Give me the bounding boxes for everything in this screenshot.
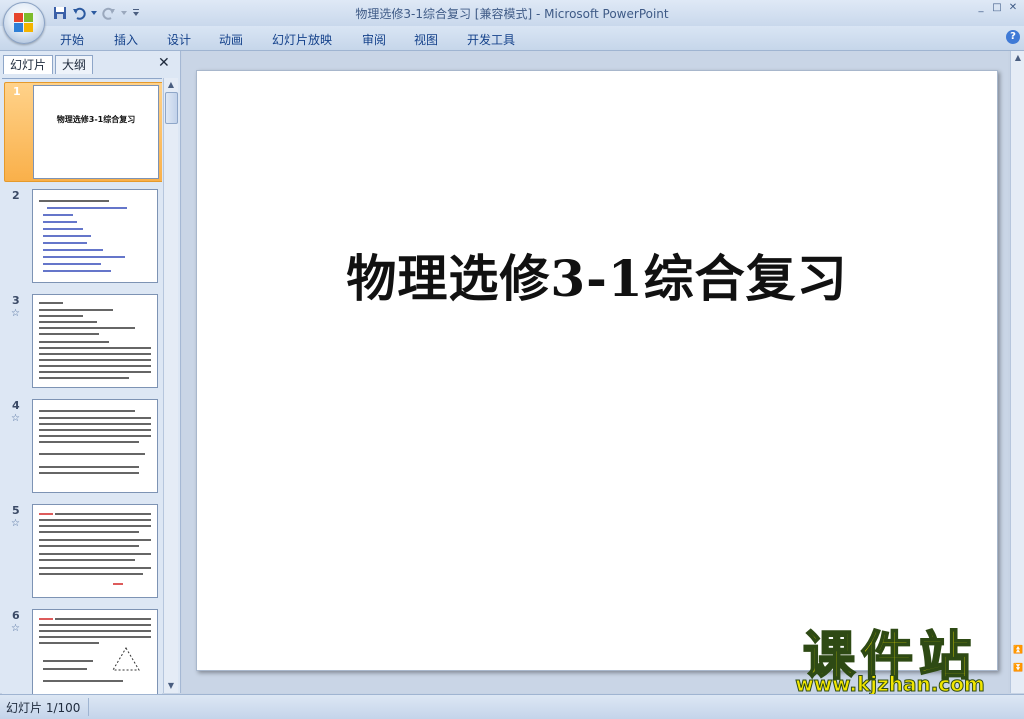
- scroll-thumb[interactable]: [165, 92, 178, 124]
- editor-scrollbar[interactable]: ▲ ⏫ ⏬: [1010, 51, 1024, 693]
- thumbnail-list: 1 物理选修3-1综合复习 2 3 ☆ 4 ☆ 5 ☆ 6 ☆: [2, 78, 162, 694]
- previous-slide-icon[interactable]: ⏫: [1011, 645, 1024, 654]
- close-panel-icon[interactable]: ✕: [158, 55, 172, 71]
- slide-number: 6: [12, 609, 20, 622]
- slide-preview: [32, 294, 158, 388]
- slide-preview: [32, 399, 158, 493]
- slide-thumbnail-1[interactable]: 1 物理选修3-1综合复习: [4, 82, 162, 182]
- tab-animation[interactable]: 动画: [219, 31, 243, 48]
- slide-canvas[interactable]: 物理选修3-1综合复习: [196, 70, 998, 671]
- slide-thumbnail-3[interactable]: 3 ☆: [4, 292, 162, 390]
- tab-insert[interactable]: 插入: [114, 31, 138, 48]
- slide-editor: 物理选修3-1综合复习: [182, 51, 1008, 693]
- slide-preview: [32, 189, 158, 283]
- slide-preview: 物理选修3-1综合复习: [33, 85, 159, 179]
- scroll-up-icon[interactable]: ▲: [1011, 53, 1024, 62]
- tab-developer[interactable]: 开发工具: [467, 31, 515, 48]
- slide-number: 4: [12, 399, 20, 412]
- animation-star-icon: ☆: [11, 623, 20, 634]
- slide-title[interactable]: 物理选修3-1综合复习: [197, 239, 997, 311]
- window-controls: _ □ ✕: [974, 2, 1020, 14]
- slide-number: 1: [13, 85, 21, 98]
- tab-outline[interactable]: 大纲: [55, 55, 94, 74]
- tab-view[interactable]: 视图: [414, 31, 438, 48]
- restore-button[interactable]: □: [990, 2, 1004, 14]
- slide-preview: [32, 504, 158, 598]
- window-title: 物理选修3-1综合复习 [兼容模式] - Microsoft PowerPoin…: [355, 7, 669, 21]
- slides-panel: 幻灯片 大纲 ✕ 1 物理选修3-1综合复习 2 3 ☆ 4 ☆ 5 ☆ 6 ☆…: [0, 51, 181, 694]
- title-bar: 物理选修3-1综合复习 [兼容模式] - Microsoft PowerPoin…: [0, 0, 1024, 26]
- panel-scrollbar[interactable]: ▲ ▼: [163, 78, 178, 693]
- animation-star-icon: ☆: [11, 308, 20, 319]
- animation-star-icon: ☆: [11, 413, 20, 424]
- divider: [88, 698, 89, 716]
- tab-slideshow[interactable]: 幻灯片放映: [272, 31, 332, 48]
- thumbnail-title: 物理选修3-1综合复习: [56, 115, 136, 124]
- scroll-up-icon[interactable]: ▲: [164, 78, 178, 92]
- slide-counter: 幻灯片 1/100: [6, 701, 81, 715]
- tab-home[interactable]: 开始: [60, 31, 84, 48]
- close-button[interactable]: ✕: [1006, 2, 1020, 14]
- slide-number: 5: [12, 504, 20, 517]
- slide-number: 3: [12, 294, 20, 307]
- scroll-down-icon[interactable]: ▼: [164, 679, 178, 693]
- slide-preview: [32, 609, 158, 694]
- office-button[interactable]: [3, 2, 45, 44]
- tab-review[interactable]: 审阅: [362, 31, 386, 48]
- help-icon[interactable]: ?: [1006, 30, 1020, 44]
- minimize-button[interactable]: _: [974, 2, 988, 14]
- ribbon-tabs: 开始 插入 设计 动画 幻灯片放映 审阅 视图 开发工具 ?: [0, 26, 1024, 51]
- next-slide-icon[interactable]: ⏬: [1011, 663, 1024, 672]
- slide-thumbnail-2[interactable]: 2: [4, 187, 162, 285]
- slide-thumbnail-4[interactable]: 4 ☆: [4, 397, 162, 495]
- office-logo-icon: [14, 13, 34, 33]
- animation-star-icon: ☆: [11, 518, 20, 529]
- slide-number: 2: [12, 189, 20, 202]
- tab-design[interactable]: 设计: [167, 31, 191, 48]
- slide-thumbnail-5[interactable]: 5 ☆: [4, 502, 162, 600]
- status-bar: 幻灯片 1/100: [0, 694, 1024, 719]
- slide-thumbnail-6[interactable]: 6 ☆: [4, 607, 162, 694]
- tab-slides[interactable]: 幻灯片: [3, 55, 54, 74]
